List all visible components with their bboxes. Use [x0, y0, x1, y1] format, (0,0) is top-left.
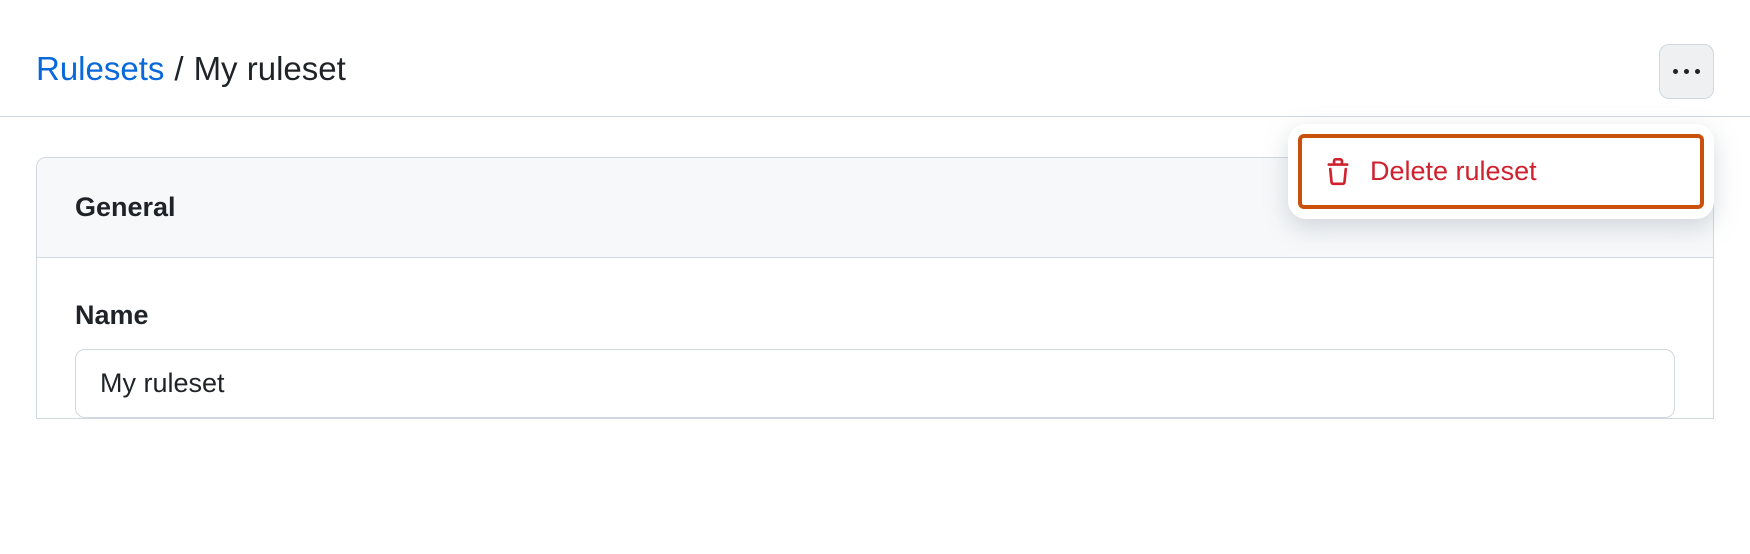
kebab-icon	[1695, 69, 1700, 74]
actions-dropdown: Delete ruleset	[1288, 124, 1714, 219]
trash-icon	[1324, 158, 1352, 186]
breadcrumb-current: My ruleset	[194, 50, 346, 88]
kebab-icon	[1673, 69, 1678, 74]
breadcrumb: Rulesets / My ruleset	[36, 50, 346, 88]
kebab-icon	[1684, 69, 1689, 74]
name-field-label: Name	[75, 300, 1675, 331]
panel-body: Name	[37, 258, 1713, 418]
name-input[interactable]	[75, 349, 1675, 418]
page-header: Rulesets / My ruleset	[0, 50, 1750, 117]
delete-ruleset-button[interactable]: Delete ruleset	[1298, 134, 1704, 209]
more-actions-button[interactable]	[1659, 44, 1714, 99]
delete-ruleset-label: Delete ruleset	[1370, 156, 1537, 187]
breadcrumb-parent-link[interactable]: Rulesets	[36, 50, 164, 88]
breadcrumb-separator: /	[174, 50, 183, 88]
